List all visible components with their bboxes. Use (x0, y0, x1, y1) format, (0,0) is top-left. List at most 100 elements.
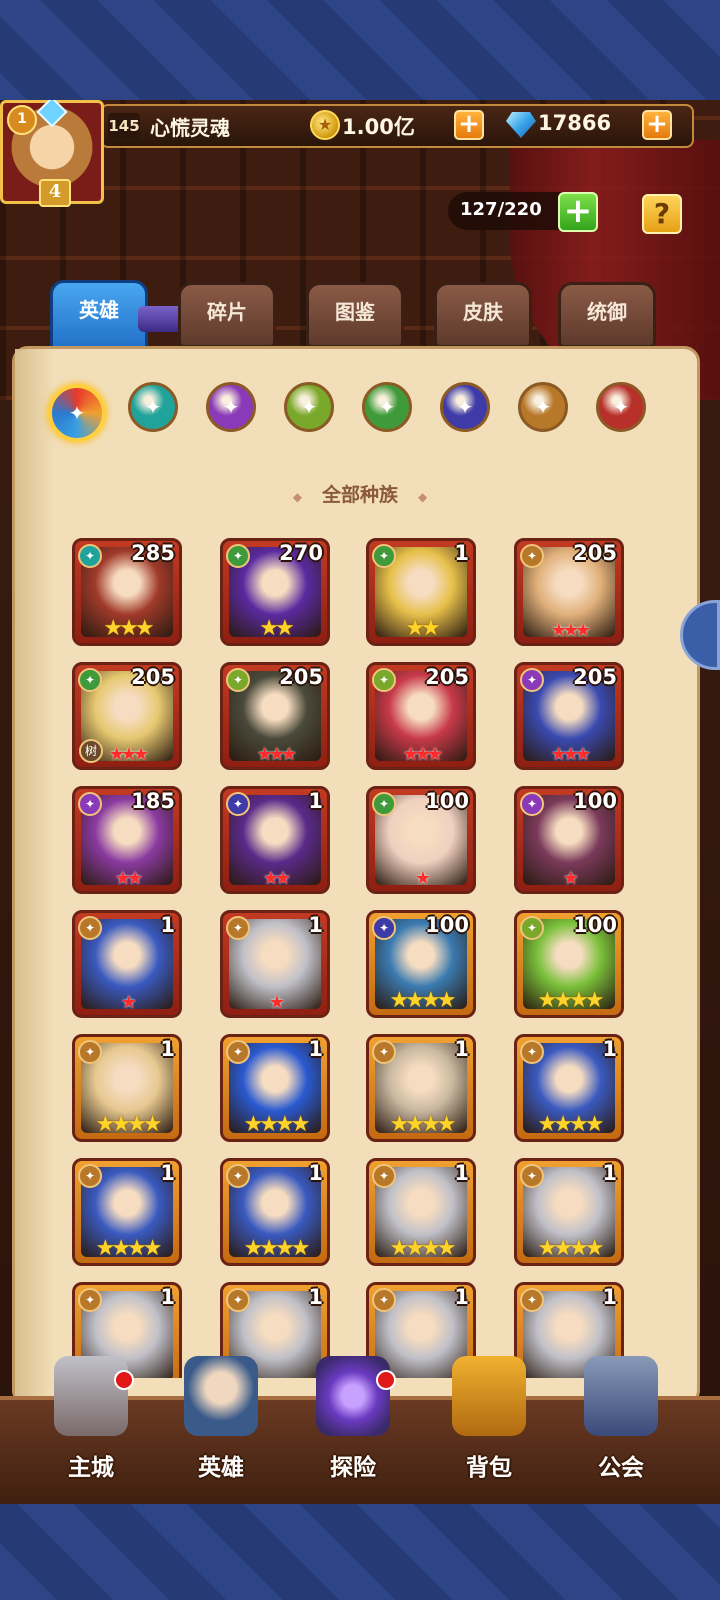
hero-card[interactable]: ✦ 285 ★★★ (72, 538, 182, 646)
hero-card[interactable]: ✦ 1 ★★ (220, 786, 330, 894)
hero-stars: ★★★ (550, 744, 591, 765)
race-nature-eye-icon: ✦ (372, 668, 396, 692)
nav-hero[interactable]: 英雄 (166, 1356, 276, 1496)
hero-card[interactable]: ✦ 205 ★★★ (220, 662, 330, 770)
hero-card[interactable]: ✦ 205 ★★★ (514, 538, 624, 646)
hero-stars: ★★★ (402, 744, 443, 765)
hero-card[interactable]: ✦ 185 ★★ (72, 786, 182, 894)
hero-stars: ★★★★ (243, 1236, 311, 1261)
hero-level: 205 (279, 665, 323, 689)
nav-guild[interactable]: 公会 (566, 1356, 676, 1496)
hero-card[interactable]: ✦ 1 ★★★★ (366, 1158, 476, 1266)
hero-card[interactable]: ✦ 1 ★★★★ (366, 1034, 476, 1142)
race-light-icon: ✦ (520, 544, 544, 568)
nav-portal[interactable]: 探险 (298, 1356, 408, 1496)
race-light-icon: ✦ (372, 1164, 396, 1188)
hero-stars: ★★★★ (389, 1236, 457, 1261)
hero-stars: ★★★ (103, 616, 154, 641)
hero-level: 1 (602, 1037, 617, 1061)
hero-stars: ★★★ (550, 620, 591, 641)
race-light-icon: ✦ (520, 1288, 544, 1312)
hero-card[interactable]: ✦ 100 ★★★★ (514, 910, 624, 1018)
castle-icon (54, 1356, 128, 1436)
race-leaf-icon: ✦ (372, 544, 396, 568)
hero-stars: ★ (120, 992, 137, 1013)
hero-level: 285 (131, 541, 175, 565)
hero-level: 1 (454, 541, 469, 565)
hero-card[interactable]: ✦ 1 ★★★★ (514, 1158, 624, 1266)
race-leaf-icon: ✦ (372, 792, 396, 816)
race-nature-eye-icon: ✦ (520, 916, 544, 940)
hero-level: 1 (308, 1285, 323, 1309)
hero-level: 1 (308, 1161, 323, 1185)
hero-level: 1 (454, 1285, 469, 1309)
race-water-icon: ✦ (78, 544, 102, 568)
hero-level: 205 (425, 665, 469, 689)
notification-dot (114, 1370, 134, 1390)
hero-level: 100 (425, 913, 469, 937)
hero-card[interactable]: ✦ 1 ★★★★ (220, 1034, 330, 1142)
race-demon-icon: ✦ (372, 916, 396, 940)
race-void-icon: ✦ (78, 792, 102, 816)
hero-stars: ★★ (405, 616, 440, 641)
hero-card[interactable]: ✦ 1 ★★★★ (72, 1158, 182, 1266)
hero-stars: ★★★★ (95, 1236, 163, 1261)
hero-tag: 树 (79, 739, 103, 763)
hero-card[interactable]: ✦ 100 ★ (514, 786, 624, 894)
hero-card[interactable]: ✦ 1 ★★★★ (220, 1158, 330, 1266)
hero-stars: ★ (562, 868, 579, 889)
hero-level: 205 (573, 541, 617, 565)
backpack-icon (452, 1356, 526, 1436)
race-demon-icon: ✦ (226, 792, 250, 816)
race-light-icon: ✦ (78, 916, 102, 940)
hero-grid: ✦ 285 ★★★ ✦ 270 ★★ ✦ 1 ★★ ✦ 205 ★★★ ✦ 205 ★★★ 树 ✦ 205 ★★★ ✦… (0, 0, 720, 1378)
nav-label: 公会 (598, 1455, 644, 1481)
hero-stars: ★★ (262, 868, 291, 889)
hero-card[interactable]: ✦ 205 ★★★ (514, 662, 624, 770)
hero-level: 1 (308, 789, 323, 813)
race-light-icon: ✦ (372, 1288, 396, 1312)
hero-stars: ★★ (114, 868, 143, 889)
hero-card[interactable]: ✦ 1 ★★★★ (72, 1034, 182, 1142)
hero-level: 1 (160, 1161, 175, 1185)
hero-card[interactable]: ✦ 205 ★★★ (366, 662, 476, 770)
nav-label: 英雄 (198, 1455, 244, 1481)
race-light-icon: ✦ (226, 1164, 250, 1188)
race-void-icon: ✦ (520, 668, 544, 692)
hero-level: 1 (602, 1161, 617, 1185)
hero-stars: ★★ (259, 616, 294, 641)
race-light-icon: ✦ (520, 1164, 544, 1188)
hero-stars: ★★★ (256, 744, 297, 765)
race-leaf-icon: ✦ (226, 544, 250, 568)
hero-level: 1 (454, 1037, 469, 1061)
hero-level: 1 (308, 913, 323, 937)
hero-card[interactable]: ✦ 1 ★ (72, 910, 182, 1018)
notification-dot (376, 1370, 396, 1390)
hero-stars: ★★★★ (537, 1112, 605, 1137)
hero-card[interactable]: ✦ 270 ★★ (220, 538, 330, 646)
hero-card[interactable]: ✦ 1 ★★ (366, 538, 476, 646)
hero-level: 270 (279, 541, 323, 565)
hero-card[interactable]: ✦ 205 ★★★ 树 (72, 662, 182, 770)
hero-card[interactable]: ✦ 1 ★★★★ (514, 1034, 624, 1142)
hero-icon (184, 1356, 258, 1436)
hero-level: 205 (131, 665, 175, 689)
hero-stars: ★★★★ (537, 988, 605, 1013)
race-light-icon: ✦ (78, 1288, 102, 1312)
hero-card[interactable]: ✦ 1 ★ (220, 910, 330, 1018)
hero-level: 100 (573, 789, 617, 813)
race-light-icon: ✦ (78, 1164, 102, 1188)
nav-castle[interactable]: 主城 (36, 1356, 146, 1496)
hero-stars: ★ (414, 868, 431, 889)
race-light-icon: ✦ (226, 916, 250, 940)
hero-level: 100 (425, 789, 469, 813)
hero-stars: ★★★★ (537, 1236, 605, 1261)
nav-backpack[interactable]: 背包 (434, 1356, 544, 1496)
race-void-icon: ✦ (520, 792, 544, 816)
race-light-icon: ✦ (226, 1040, 250, 1064)
race-light-icon: ✦ (520, 1040, 544, 1064)
nav-label: 背包 (466, 1455, 512, 1481)
hero-stars: ★★★★ (389, 1112, 457, 1137)
hero-card[interactable]: ✦ 100 ★★★★ (366, 910, 476, 1018)
hero-card[interactable]: ✦ 100 ★ (366, 786, 476, 894)
